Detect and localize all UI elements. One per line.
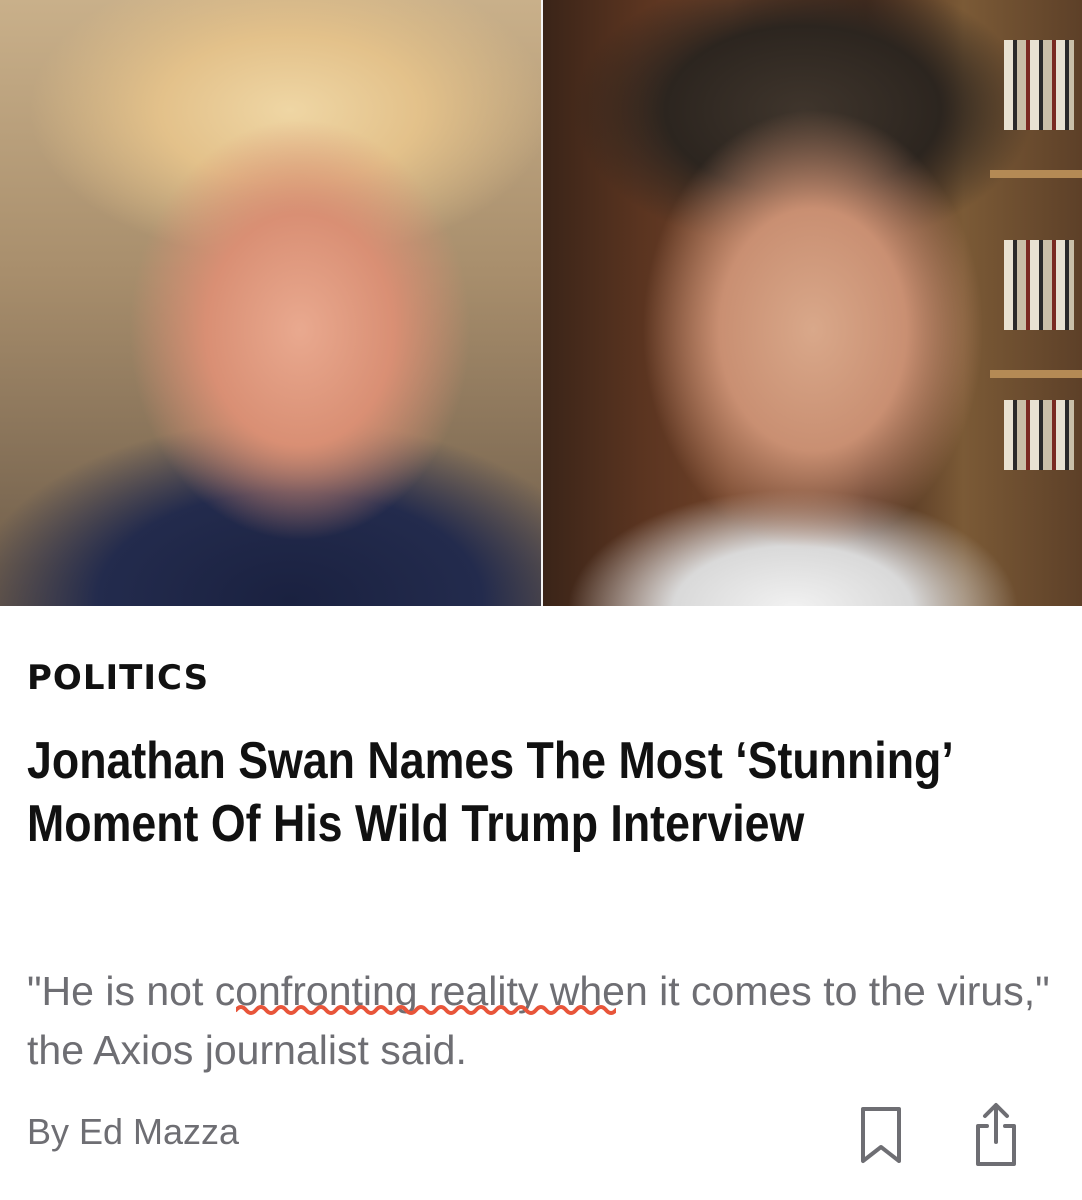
- bookshelf-shelf: [990, 170, 1082, 178]
- bookshelf-shelf: [990, 370, 1082, 378]
- article-hero-image[interactable]: [0, 0, 1082, 606]
- share-icon: [976, 1103, 1016, 1166]
- photo-divider: [541, 0, 543, 606]
- bookshelf-books: [1004, 40, 1074, 130]
- spellcheck-underline: [236, 1005, 616, 1015]
- share-button[interactable]: [966, 1100, 1026, 1170]
- article-byline: By Ed Mazza: [27, 1111, 240, 1152]
- hero-photo-left: [0, 0, 541, 606]
- bookmark-icon: [861, 1107, 901, 1163]
- bookshelf-books: [1004, 240, 1074, 330]
- bookshelf-books: [1004, 400, 1074, 470]
- bookmark-button[interactable]: [851, 1100, 911, 1170]
- category-label[interactable]: POLITICS: [27, 656, 209, 700]
- article-deck: "He is not confronting reality when it c…: [27, 968, 1050, 1073]
- article-headline[interactable]: Jonathan Swan Names The Most ‘Stunning’ …: [27, 730, 1042, 856]
- hero-photo-right: [543, 0, 1082, 606]
